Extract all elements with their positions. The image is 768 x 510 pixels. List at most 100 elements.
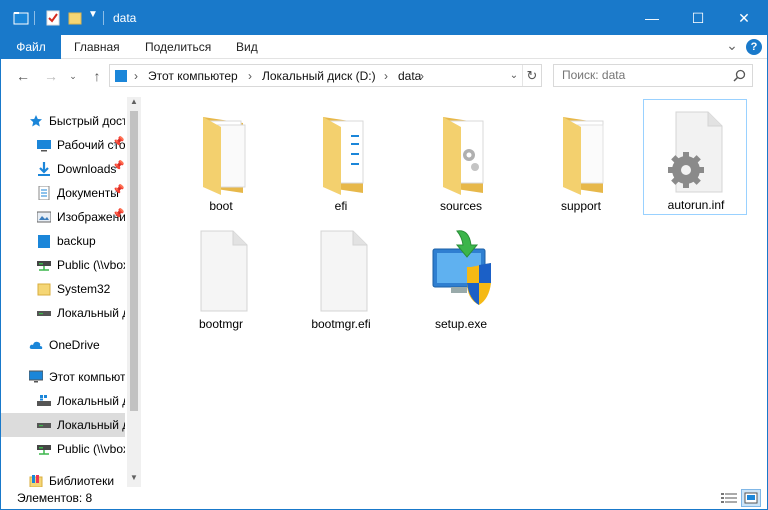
scrollbar-thumb[interactable] <box>130 111 138 411</box>
forward-button[interactable]: → <box>41 66 61 86</box>
refresh-button[interactable]: ↻ <box>522 65 541 86</box>
folder-icon <box>563 117 604 195</box>
folder-icon <box>323 117 364 195</box>
scroll-up-icon[interactable]: ▲ <box>127 97 141 109</box>
nav-item-system32[interactable]: System32 <box>1 277 125 301</box>
nav-item-downloads[interactable]: Downloads 📌 <box>1 157 125 181</box>
title-bar[interactable]: ▼ data — ☐ ✕ <box>1 1 767 35</box>
nav-item-label: Downloads <box>57 162 117 176</box>
search-input[interactable] <box>562 68 722 82</box>
file-item-autorun[interactable]: autorun.inf <box>643 99 747 215</box>
nav-item-libraries[interactable]: Библиотеки <box>1 469 125 487</box>
chevron-down-icon: ⌄ <box>69 70 77 81</box>
breadcrumb-computer[interactable]: Этот компьютер <box>148 69 238 83</box>
breadcrumb-separator: › <box>420 69 424 83</box>
nav-item-local-disk[interactable]: Локальный диск <box>1 301 125 325</box>
nav-item-desktop[interactable]: Рабочий стол 📌 <box>1 133 125 157</box>
nav-item-label: System32 <box>57 282 111 296</box>
help-button[interactable]: ? <box>746 39 762 55</box>
navpane-scrollbar[interactable]: ▲ ▼ <box>127 97 141 487</box>
nav-item-onedrive[interactable]: OneDrive <box>1 333 125 357</box>
properties-icon[interactable] <box>45 10 61 26</box>
tab-home[interactable]: Главная <box>64 35 130 59</box>
onedrive-icon <box>29 341 43 349</box>
toolbar-divider <box>34 11 35 25</box>
address-dropdown-button[interactable]: ⌄ <box>506 65 522 86</box>
pin-icon: 📌 <box>112 137 125 148</box>
libraries-icon <box>29 475 43 487</box>
close-button[interactable]: ✕ <box>721 1 767 35</box>
nav-item-label: Локальный диск (C:) <box>57 394 125 408</box>
recent-locations-button[interactable]: ⌄ <box>63 66 83 86</box>
settings-file-icon <box>668 111 723 193</box>
search-icon[interactable] <box>733 69 746 82</box>
address-bar[interactable]: › Этот компьютер › Локальный диск (D:) ›… <box>109 64 542 87</box>
arrow-right-icon: → <box>44 68 58 84</box>
back-button[interactable]: ← <box>13 66 33 86</box>
scroll-down-icon[interactable]: ▼ <box>127 473 141 485</box>
nav-item-documents[interactable]: Документы 📌 <box>1 181 125 205</box>
minimize-icon: — <box>645 10 659 26</box>
up-button[interactable]: ↑ <box>87 66 107 86</box>
file-name: efi <box>334 199 348 213</box>
file-item-support[interactable]: support <box>529 101 633 217</box>
tab-share[interactable]: Поделиться <box>135 35 221 59</box>
file-item-bootmgr[interactable]: bootmgr <box>169 219 273 335</box>
nav-item-label: Локальный диск (D:) <box>57 418 125 432</box>
star-icon <box>30 115 42 127</box>
search-box[interactable] <box>553 64 753 87</box>
pin-icon: 📌 <box>112 209 125 220</box>
refresh-icon: ↻ <box>526 68 538 83</box>
pin-icon: 📌 <box>112 185 125 196</box>
details-view-button[interactable] <box>719 489 739 507</box>
file-item-setup[interactable]: setup.exe <box>409 219 513 335</box>
minimize-button[interactable]: — <box>629 1 675 35</box>
tab-view[interactable]: Вид <box>226 35 268 59</box>
breadcrumb-drive[interactable]: Локальный диск (D:) <box>262 69 376 83</box>
nav-item-drive-c[interactable]: Локальный диск (C:) <box>1 389 125 413</box>
network-drive-icon <box>37 261 51 271</box>
system-drive-icon <box>37 395 51 406</box>
file-name: autorun.inf <box>667 198 725 212</box>
pictures-icon <box>37 211 51 223</box>
network-drive-icon <box>37 445 51 455</box>
chevron-down-icon: ⌄ <box>509 70 519 81</box>
nav-item-public-network[interactable]: Public (\\vboxsrv) <box>1 253 125 277</box>
help-icon: ? <box>750 41 758 53</box>
file-name: support <box>560 199 602 213</box>
file-item-efi[interactable]: efi <box>289 101 393 217</box>
nav-item-this-pc[interactable]: Этот компьютер <box>1 365 125 389</box>
computer-icon <box>29 370 43 383</box>
drive-icon <box>37 311 51 316</box>
folder-blue-icon <box>38 235 50 248</box>
nav-item-quick-access[interactable]: Быстрый доступ <box>1 109 125 133</box>
folder-icon <box>203 117 246 195</box>
nav-item-backup[interactable]: backup <box>1 229 125 253</box>
folder-blue-icon <box>115 70 127 82</box>
nav-item-label: Документы <box>57 186 119 200</box>
download-icon <box>38 162 50 176</box>
window-title: data <box>113 11 137 25</box>
file-view: boot efi sources support autorun.inf boo… <box>143 93 767 483</box>
file-item-sources[interactable]: sources <box>409 101 513 217</box>
nav-item-label: OneDrive <box>49 338 100 352</box>
nav-item-drive-d[interactable]: Локальный диск (D:) <box>1 413 125 437</box>
maximize-button[interactable]: ☐ <box>675 1 721 35</box>
new-folder-icon[interactable] <box>67 10 83 26</box>
nav-item-label: Public (\\vboxsrv) <box>57 442 125 456</box>
ribbon-tabs: Файл Главная Поделиться Вид ⌄ ? <box>1 35 767 59</box>
large-icons-view-button[interactable] <box>741 489 761 507</box>
folder-icon <box>443 117 484 195</box>
nav-item-label: backup <box>57 234 96 248</box>
file-icon <box>320 230 368 312</box>
file-item-boot[interactable]: boot <box>169 101 273 217</box>
tab-file[interactable]: Файл <box>1 35 61 59</box>
nav-item-pictures[interactable]: Изображения 📌 <box>1 205 125 229</box>
expand-ribbon-button[interactable]: ⌄ <box>723 37 741 57</box>
file-item-bootmgr-efi[interactable]: bootmgr.efi <box>289 219 393 335</box>
breadcrumb-data[interactable]: data <box>398 69 421 83</box>
nav-item-public-network[interactable]: Public (\\vboxsrv) <box>1 437 125 461</box>
chevron-down-icon: ⌄ <box>726 37 738 53</box>
file-name: setup.exe <box>434 317 488 331</box>
chevron-down-icon[interactable]: ▼ <box>88 9 98 20</box>
